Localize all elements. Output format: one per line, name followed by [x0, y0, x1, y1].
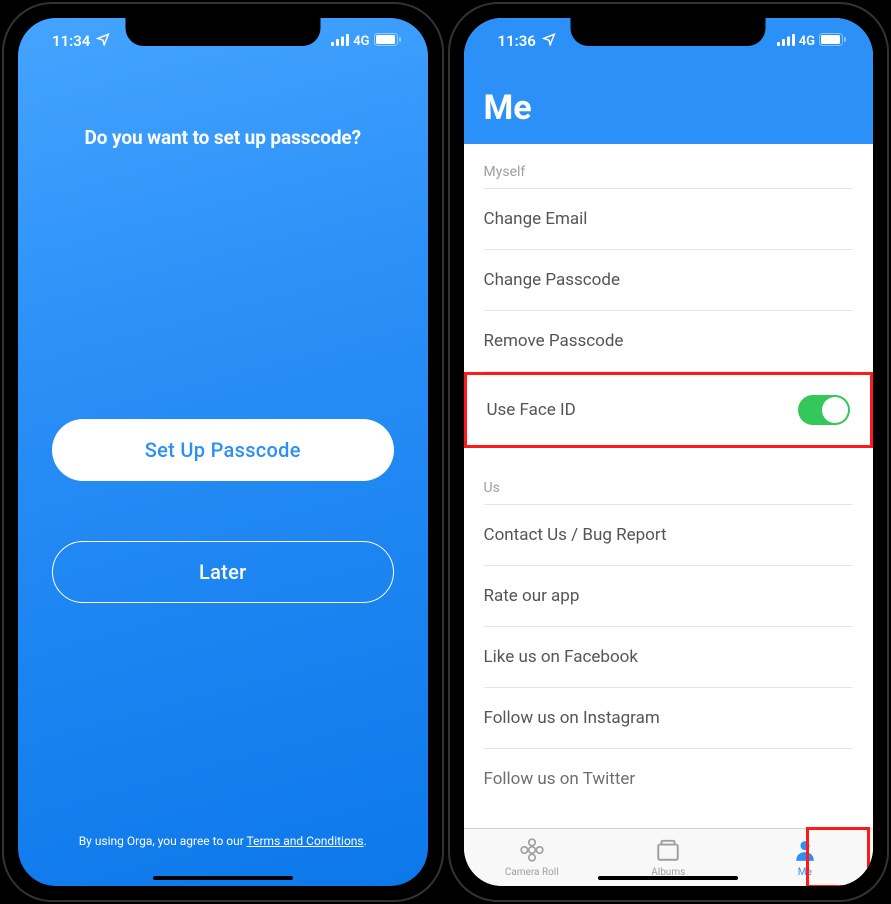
row-follow-instagram[interactable]: Follow us on Instagram	[484, 688, 854, 749]
row-follow-twitter[interactable]: Follow us on Twitter	[484, 749, 854, 809]
tab-me[interactable]: Me	[737, 829, 874, 886]
row-change-passcode[interactable]: Change Passcode	[484, 250, 854, 311]
later-button[interactable]: Later	[52, 541, 394, 603]
terms-suffix: .	[364, 834, 367, 848]
row-use-face-id[interactable]: Use Face ID	[487, 395, 851, 425]
row-label: Rate our app	[484, 586, 580, 606]
home-indicator	[598, 876, 738, 880]
location-icon	[542, 32, 556, 50]
row-label: Change Passcode	[484, 270, 620, 290]
page-title: Me	[484, 88, 854, 128]
network-label: 4G	[799, 34, 815, 49]
row-like-facebook[interactable]: Like us on Facebook	[484, 627, 854, 688]
row-rate-app[interactable]: Rate our app	[484, 566, 854, 627]
row-label: Change Email	[484, 209, 588, 229]
location-icon	[96, 32, 110, 50]
person-icon	[792, 837, 818, 866]
tab-label: Me	[798, 867, 812, 878]
passcode-prompt: Do you want to set up passcode?	[85, 126, 361, 149]
highlight-box-face-id: Use Face ID	[464, 372, 874, 448]
terms-prefix: By using Orga, you agree to our	[79, 834, 247, 848]
me-body: Myself Change Email Change Passcode Remo…	[464, 144, 874, 828]
face-id-toggle[interactable]	[798, 395, 850, 425]
passcode-setup-body: Do you want to set up passcode? Set Up P…	[18, 64, 428, 886]
camera-roll-icon	[519, 837, 545, 866]
row-label: Remove Passcode	[484, 331, 624, 351]
section-label-myself: Myself	[484, 144, 854, 189]
signal-icon	[777, 32, 795, 50]
signal-icon	[331, 32, 349, 50]
me-header: Me	[464, 64, 874, 144]
row-change-email[interactable]: Change Email	[484, 189, 854, 250]
notch	[125, 18, 320, 46]
screen-passcode-setup: 11:34 4G Do you want to set up passcode?…	[18, 18, 428, 886]
home-indicator	[153, 876, 293, 880]
row-label: Contact Us / Bug Report	[484, 525, 667, 545]
tab-label: Camera Roll	[505, 867, 559, 878]
battery-icon	[374, 32, 402, 50]
status-time: 11:36	[498, 32, 536, 50]
section-label-us: Us	[484, 460, 854, 505]
tab-camera-roll[interactable]: Camera Roll	[464, 829, 601, 886]
status-time: 11:34	[52, 32, 90, 50]
notch	[571, 18, 766, 46]
phone-right: 11:36 4G Me Myself Change Email Change P	[450, 4, 888, 900]
row-label: Use Face ID	[487, 400, 576, 420]
row-contact-us[interactable]: Contact Us / Bug Report	[484, 505, 854, 566]
phone-left: 11:34 4G Do you want to set up passcode?…	[4, 4, 442, 900]
row-label: Follow us on Instagram	[484, 708, 660, 728]
screen-me-settings: 11:36 4G Me Myself Change Email Change P	[464, 18, 874, 886]
set-up-passcode-button[interactable]: Set Up Passcode	[52, 419, 394, 481]
terms-link[interactable]: Terms and Conditions	[247, 834, 364, 848]
row-label: Like us on Facebook	[484, 647, 638, 667]
albums-icon	[655, 837, 681, 866]
row-remove-passcode[interactable]: Remove Passcode	[484, 311, 854, 372]
network-label: 4G	[353, 34, 369, 49]
terms-text: By using Orga, you agree to our Terms an…	[79, 834, 367, 848]
battery-icon	[819, 32, 847, 50]
row-label: Follow us on Twitter	[484, 769, 636, 789]
